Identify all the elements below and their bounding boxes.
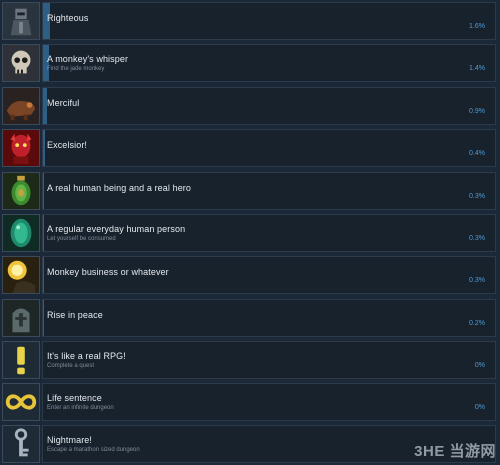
achievement-name: Rise in peace (47, 310, 103, 320)
achievement-description: Complete a quest (47, 363, 95, 369)
achievement-row[interactable]: Merciful 0.9% (0, 85, 500, 127)
unlock-percent: 0.2% (469, 320, 485, 327)
progress-bar (43, 257, 45, 293)
achievement-card: Rise in peace 0.2% (42, 299, 496, 337)
achievement-name: A monkey's whisper (47, 54, 129, 64)
achievement-name: Excelsior! (47, 140, 88, 150)
achievement-card: Monkey business or whatever 0.3% (42, 256, 496, 294)
unlock-percent: 0.9% (469, 108, 485, 115)
achievement-card: A regular everyday human person Let your… (42, 214, 496, 252)
achievement-card: Life sentence Enter an infinite dungeon … (42, 383, 496, 421)
unlock-percent: 0% (474, 362, 485, 369)
achievement-row[interactable]: A regular everyday human person Let your… (0, 212, 500, 254)
unlock-percent: 1.6% (469, 23, 485, 30)
green-gem-icon (2, 214, 40, 252)
achievement-card: A monkey's whisper Find the jade monkey … (42, 44, 496, 82)
achievement-card: It's like a real RPG! Complete a quest 0… (42, 341, 496, 379)
achievement-card: A real human being and a real hero 0.3% (42, 172, 496, 210)
exclamation-icon (2, 341, 40, 379)
unlock-percent: 0% (474, 404, 485, 411)
unlock-percent: 0.3% (469, 193, 485, 200)
progress-bar (43, 173, 45, 209)
achievement-name: A regular everyday human person (47, 224, 186, 234)
achievement-name: A real human being and a real hero (47, 183, 191, 193)
achievement-name: Righteous (47, 13, 89, 23)
achievement-row[interactable]: A monkey's whisper Find the jade monkey … (0, 42, 500, 84)
armored-knight-icon (2, 2, 40, 40)
progress-bar (43, 215, 45, 251)
site-watermark: 3HE 当游网 (414, 443, 496, 460)
achievement-description: Enter an infinite dungeon (47, 405, 114, 411)
achievement-name: Merciful (47, 98, 80, 108)
unlock-percent: 1.4% (469, 65, 485, 72)
achievement-name: Monkey business or whatever (47, 267, 169, 277)
chain-key-icon (2, 425, 40, 463)
progress-bar (43, 300, 44, 336)
unlock-percent: 0.3% (469, 235, 485, 242)
achievement-name: It's like a real RPG! (47, 351, 126, 361)
achievement-card: Merciful 0.9% (42, 87, 496, 125)
achievement-description: Find the jade monkey (47, 66, 105, 72)
progress-bar (43, 130, 45, 166)
achievement-name: Nightmare! (47, 435, 93, 445)
achievement-row[interactable]: It's like a real RPG! Complete a quest 0… (0, 339, 500, 381)
fallen-creature-icon (2, 87, 40, 125)
skull-icon (2, 44, 40, 82)
unlock-percent: 0.4% (469, 150, 485, 157)
achievement-description: Escape a marathon sized dungeon (47, 447, 140, 453)
achievement-row[interactable]: Monkey business or whatever 0.3% (0, 254, 500, 296)
green-ornament-icon (2, 172, 40, 210)
achievement-description: Let yourself be consumed (47, 236, 116, 242)
achievement-card: Excelsior! 0.4% (42, 129, 496, 167)
glowing-orb-icon (2, 256, 40, 294)
tombstone-icon (2, 299, 40, 337)
achievement-row[interactable]: Life sentence Enter an infinite dungeon … (0, 381, 500, 423)
achievement-name: Life sentence (47, 393, 102, 403)
achievement-card: Righteous 1.6% (42, 2, 496, 40)
infinity-icon (2, 383, 40, 421)
achievement-row[interactable]: Excelsior! 0.4% (0, 127, 500, 169)
red-demon-icon (2, 129, 40, 167)
achievement-row[interactable]: Righteous 1.6% (0, 0, 500, 42)
unlock-percent: 0.3% (469, 277, 485, 284)
achievement-row[interactable]: A real human being and a real hero 0.3% (0, 170, 500, 212)
achievement-row[interactable]: Rise in peace 0.2% (0, 297, 500, 339)
